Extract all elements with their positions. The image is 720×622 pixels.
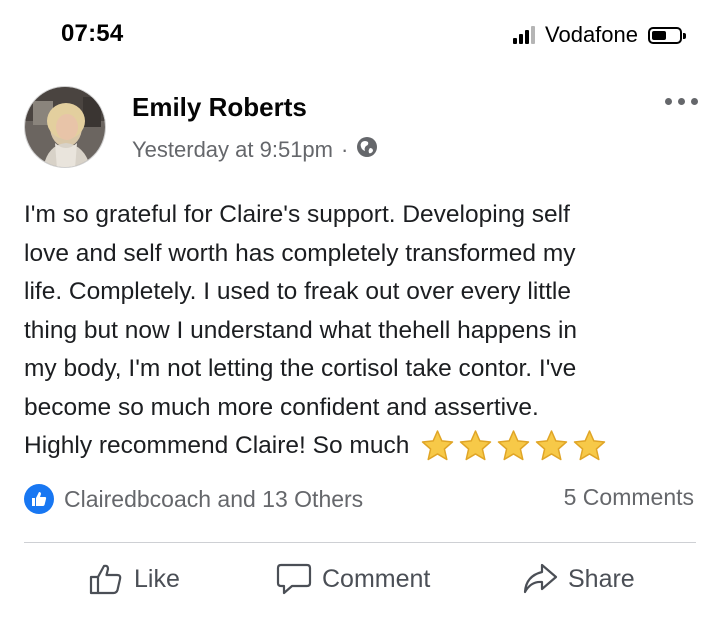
star-icon bbox=[422, 430, 454, 461]
battery-icon bbox=[648, 26, 686, 44]
share-label: Share bbox=[568, 564, 635, 593]
star-icon bbox=[574, 430, 606, 461]
meta-separator: · bbox=[341, 137, 349, 162]
avatar[interactable] bbox=[24, 86, 106, 168]
status-indicators: Vodafone bbox=[513, 22, 686, 48]
comments-count[interactable]: 5 Comments bbox=[564, 484, 694, 511]
reactions-text: Clairedbcoach and 13 Others bbox=[64, 485, 364, 512]
post-meta: Yesterday at 9:51pm · bbox=[132, 136, 378, 164]
like-reaction-icon bbox=[24, 484, 54, 514]
thumbs-up-icon bbox=[89, 564, 122, 595]
carrier-name: Vodafone bbox=[545, 22, 638, 47]
like-label: Like bbox=[134, 564, 180, 593]
post-text-line: become so much more confident and assert… bbox=[24, 393, 539, 421]
post-text-line-last: Highly recommend Claire! So much bbox=[24, 427, 704, 466]
post-text-line: I'm so grateful for Claire's support. De… bbox=[24, 201, 570, 228]
comment-label: Comment bbox=[322, 564, 431, 593]
share-icon bbox=[523, 563, 558, 594]
like-button[interactable]: Like bbox=[88, 562, 180, 596]
author-name[interactable]: Emily Roberts bbox=[132, 92, 307, 123]
divider bbox=[24, 542, 696, 543]
post-body: I'm so grateful for Claire's support. De… bbox=[24, 196, 704, 466]
status-bar: 07:54 Vodafone bbox=[0, 0, 720, 70]
globe-icon bbox=[356, 136, 378, 164]
star-icon bbox=[460, 430, 492, 461]
star-rating bbox=[419, 428, 609, 464]
star-icon bbox=[498, 430, 530, 461]
more-options-icon[interactable] bbox=[665, 98, 698, 105]
post-text-line: my body, I'm not letting the cortisol ta… bbox=[24, 355, 577, 382]
signal-icon bbox=[513, 26, 537, 44]
post-text-line: life. Completely. I used to freak out ov… bbox=[24, 278, 571, 305]
share-button[interactable]: Share bbox=[522, 562, 635, 596]
post-timestamp[interactable]: Yesterday at 9:51pm bbox=[132, 137, 333, 163]
comment-button[interactable]: Comment bbox=[276, 562, 430, 596]
reactions-summary[interactable]: Clairedbcoach and 13 Others bbox=[24, 484, 363, 514]
post-text-line: Highly recommend Claire! So much bbox=[24, 432, 410, 459]
comment-icon bbox=[276, 563, 312, 595]
post-text-line: thing but now I understand what thehell … bbox=[24, 316, 578, 344]
star-icon bbox=[536, 430, 568, 461]
status-time: 07:54 bbox=[61, 20, 124, 47]
post-text-line: love and self worth has completely trans… bbox=[24, 239, 576, 267]
